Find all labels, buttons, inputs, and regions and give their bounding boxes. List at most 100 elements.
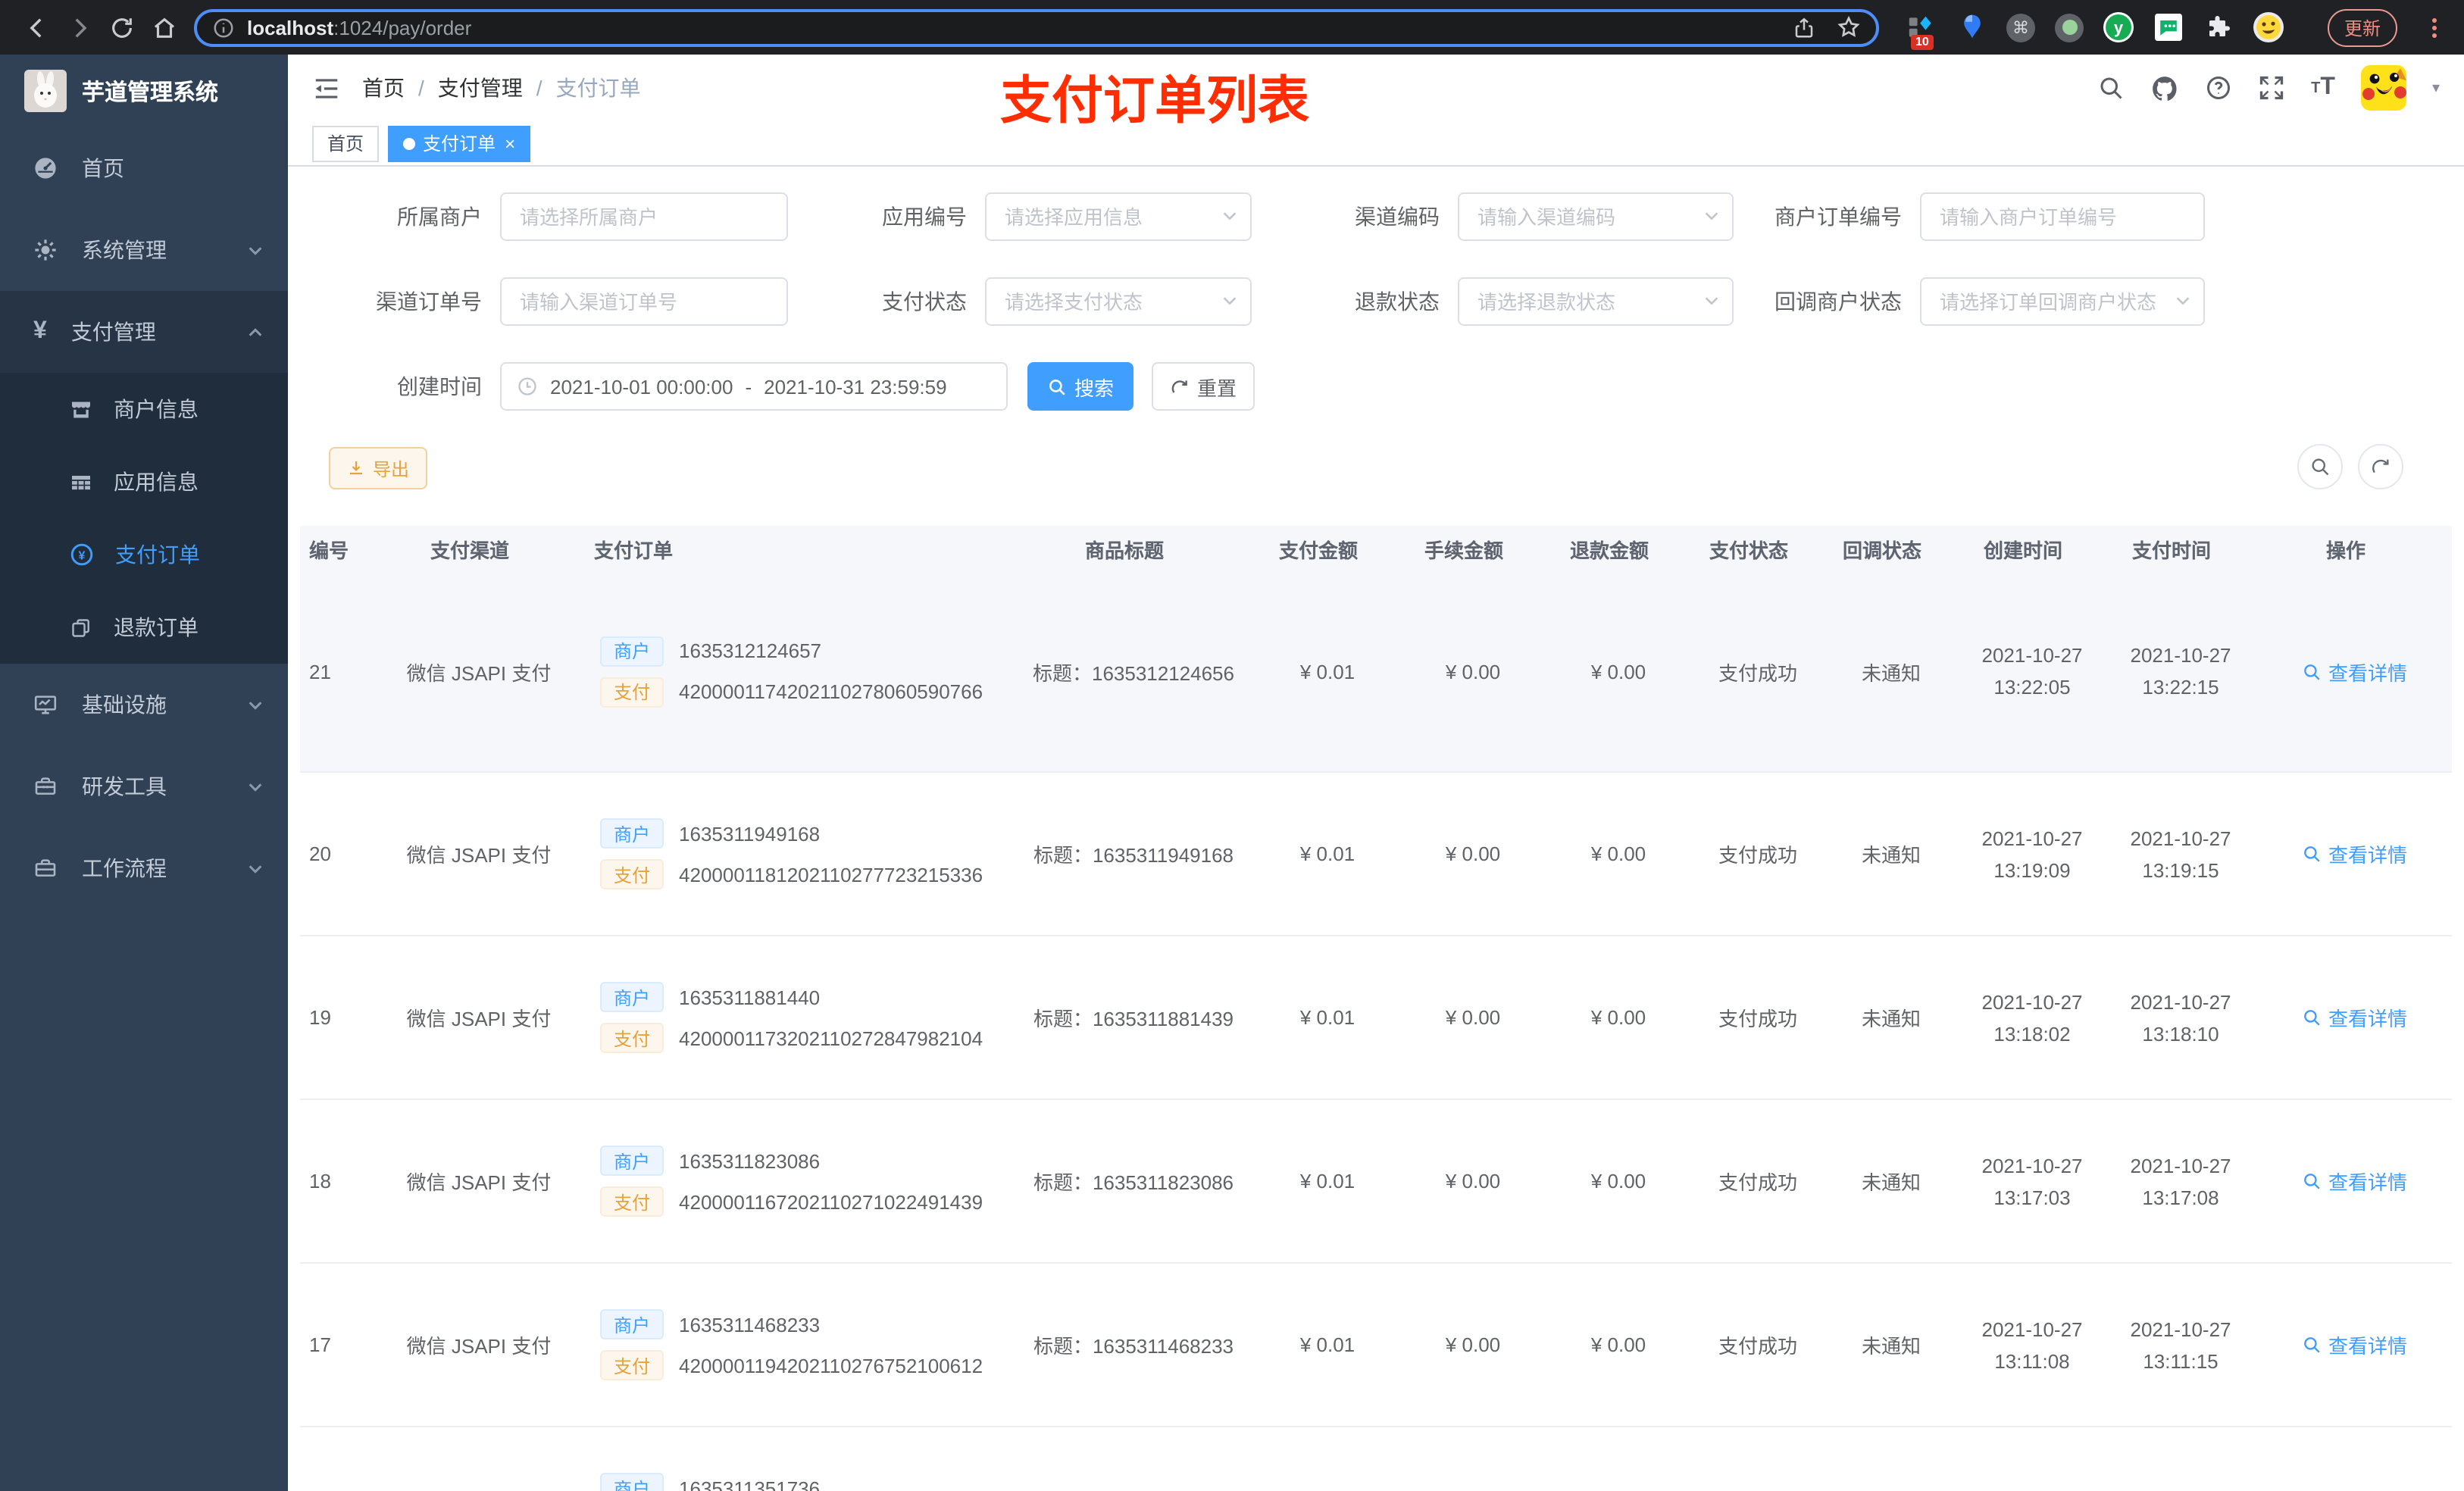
extension-emoji-icon[interactable] <box>2253 12 2284 42</box>
view-detail-link[interactable]: 查看详情 <box>2303 1167 2407 1196</box>
browser-menu-icon[interactable] <box>2432 17 2437 37</box>
fee-amount: ¥ 0.00 <box>1445 1170 1501 1192</box>
extension-dot-icon[interactable] <box>2055 13 2084 42</box>
sidebar-item-infra[interactable]: 基础设施 <box>0 664 288 746</box>
avatar-caret-icon[interactable]: ▾ <box>2432 80 2440 96</box>
refund-status-select[interactable] <box>1458 277 1734 326</box>
channel-order-no-input[interactable] <box>500 277 788 326</box>
filter-row-2: 渠道订单号 支付状态 退款状态 回调商户状态 <box>288 277 2464 326</box>
browser-update-button[interactable]: 更新 <box>2328 8 2398 46</box>
sidebar-item-merchant-info[interactable]: 商户信息 <box>0 373 288 445</box>
breadcrumb-home[interactable]: 首页 <box>362 73 405 103</box>
pay-status: 支付成功 <box>1718 844 1797 867</box>
merchant-order-no-input[interactable] <box>1920 192 2205 241</box>
briefcase-icon <box>33 856 58 880</box>
grid-icon <box>70 470 92 493</box>
sidebar-item-home[interactable]: 首页 <box>0 127 288 209</box>
sidebar-item-pay-order[interactable]: ¥ 支付订单 <box>0 518 288 591</box>
channel-code-select[interactable] <box>1458 192 1734 241</box>
reset-button[interactable]: 重置 <box>1152 362 1255 411</box>
pay-amount: ¥ 0.01 <box>1299 660 1356 683</box>
extension-badge: 10 <box>1911 35 1934 50</box>
breadcrumb-current: 支付订单 <box>555 76 641 100</box>
pay-order-cell: 商户 1635311949168 支付 42000011812021102777… <box>564 808 1012 900</box>
url-text: localhost:1024/pay/order <box>247 16 472 39</box>
app-logo[interactable]: 芋道管理系统 <box>0 55 288 127</box>
sidebar-item-label: 支付管理 <box>70 320 156 344</box>
date-end: 2021-10-31 23:59:59 <box>764 375 947 398</box>
sidebar-item-label: 退款订单 <box>114 615 199 639</box>
create-time-range-picker[interactable]: 2021-10-01 00:00:00 - 2021-10-31 23:59:5… <box>500 362 1008 411</box>
search-button[interactable]: 搜索 <box>1027 362 1134 411</box>
view-detail-link[interactable]: 查看详情 <box>2303 657 2407 686</box>
filter-label: 回调商户状态 <box>1775 289 1902 314</box>
notify-status: 未通知 <box>1861 1008 1921 1030</box>
extension-command-icon[interactable]: ⌘ <box>2006 13 2035 42</box>
pay-status: 支付成功 <box>1718 661 1797 684</box>
sidebar-item-app-info[interactable]: 应用信息 <box>0 445 288 518</box>
sidebar-item-devtools[interactable]: 研发工具 <box>0 746 288 827</box>
product-title: 标题：1635311881439 <box>1033 1008 1234 1030</box>
notify-status: 未通知 <box>1861 844 1921 867</box>
avatar[interactable] <box>2360 65 2406 111</box>
tab-pay-order[interactable]: 支付订单 × <box>388 125 531 161</box>
fullscreen-icon[interactable] <box>2258 74 2285 102</box>
close-icon[interactable]: × <box>505 133 515 154</box>
help-icon[interactable] <box>2205 74 2232 102</box>
site-info-icon[interactable] <box>212 16 235 39</box>
export-button[interactable]: 导出 <box>329 447 428 489</box>
pay-status-select[interactable] <box>985 277 1252 326</box>
app-select[interactable] <box>985 192 1252 241</box>
show-search-toggle-button[interactable] <box>2297 444 2343 489</box>
sidebar-item-system[interactable]: 系统管理 <box>0 209 288 291</box>
svg-text:y: y <box>2114 18 2124 37</box>
gear-icon <box>33 238 58 262</box>
breadcrumb-payment[interactable]: 支付管理 <box>438 73 523 103</box>
pay-tag: 支付 <box>600 1023 664 1053</box>
merchant-select[interactable] <box>500 192 788 241</box>
sidebar-item-refund-order[interactable]: 退款订单 <box>0 591 288 664</box>
sidebar-item-workflow[interactable]: 工作流程 <box>0 827 288 909</box>
active-dot <box>403 137 416 149</box>
search-icon <box>2303 1171 2322 1191</box>
notify-status-select[interactable] <box>1920 277 2205 326</box>
extension-y-icon[interactable]: y <box>2103 12 2134 42</box>
filter-label: 渠道编码 <box>1355 205 1440 229</box>
merchant-order-no: 1635311949168 <box>679 822 821 845</box>
pay-order-table: 编号 支付渠道 支付订单 商品标题 支付金额 手续金额 退款金额 支付状态 回调… <box>300 526 2452 1491</box>
merchant-tag: 商户 <box>600 636 664 666</box>
tab-home[interactable]: 首页 <box>312 125 380 161</box>
extension-sketch-icon[interactable]: 10 <box>1906 12 1937 50</box>
page: localhost:1024/pay/order 10 ⌘ y 更新 芋道管理系… <box>0 0 2464 1491</box>
github-icon[interactable] <box>2150 73 2179 102</box>
url-bar[interactable]: localhost:1024/pay/order <box>194 8 1879 46</box>
sidebar-item-label: 研发工具 <box>82 774 167 799</box>
shop-icon <box>70 398 92 420</box>
browser-forward-button[interactable] <box>58 6 100 48</box>
browser-home-button[interactable] <box>142 6 185 48</box>
pay-time: 2021-10-27 13:17:08 <box>2130 1154 2231 1208</box>
extension-balloon-icon[interactable] <box>1956 12 1987 42</box>
browser-reload-button[interactable] <box>100 6 142 48</box>
view-detail-link[interactable]: 查看详情 <box>2303 1330 2407 1359</box>
pay-order-cell: 商户 1635311351736 支付 <box>564 1462 1012 1491</box>
view-detail-link[interactable]: 查看详情 <box>2303 1003 2407 1032</box>
dashboard-icon <box>33 156 58 180</box>
table-row: 17 微信 JSAPI 支付 商户 1635311468233 支付 42000… <box>300 1264 2452 1427</box>
share-icon[interactable] <box>1793 16 1815 39</box>
sidebar-fold-icon[interactable] <box>312 73 341 102</box>
search-icon <box>2303 1335 2322 1355</box>
bookmark-star-icon[interactable] <box>1837 15 1861 39</box>
table-header: 编号 支付渠道 支付订单 商品标题 支付金额 手续金额 退款金额 支付状态 回调… <box>300 526 2452 571</box>
refresh-table-button[interactable] <box>2358 444 2403 489</box>
order-id: 21 <box>309 660 331 683</box>
view-detail-link[interactable]: 查看详情 <box>2303 839 2407 868</box>
extension-puzzle-icon[interactable] <box>2203 12 2234 42</box>
sidebar-item-payment[interactable]: ¥ 支付管理 <box>0 291 288 373</box>
search-icon[interactable] <box>2097 74 2125 102</box>
filter-label: 退款状态 <box>1355 289 1440 314</box>
extension-chat-icon[interactable] <box>2153 12 2184 42</box>
browser-back-button[interactable] <box>15 6 58 48</box>
font-size-icon[interactable]: TT <box>2311 74 2335 102</box>
clock-icon <box>517 376 538 397</box>
